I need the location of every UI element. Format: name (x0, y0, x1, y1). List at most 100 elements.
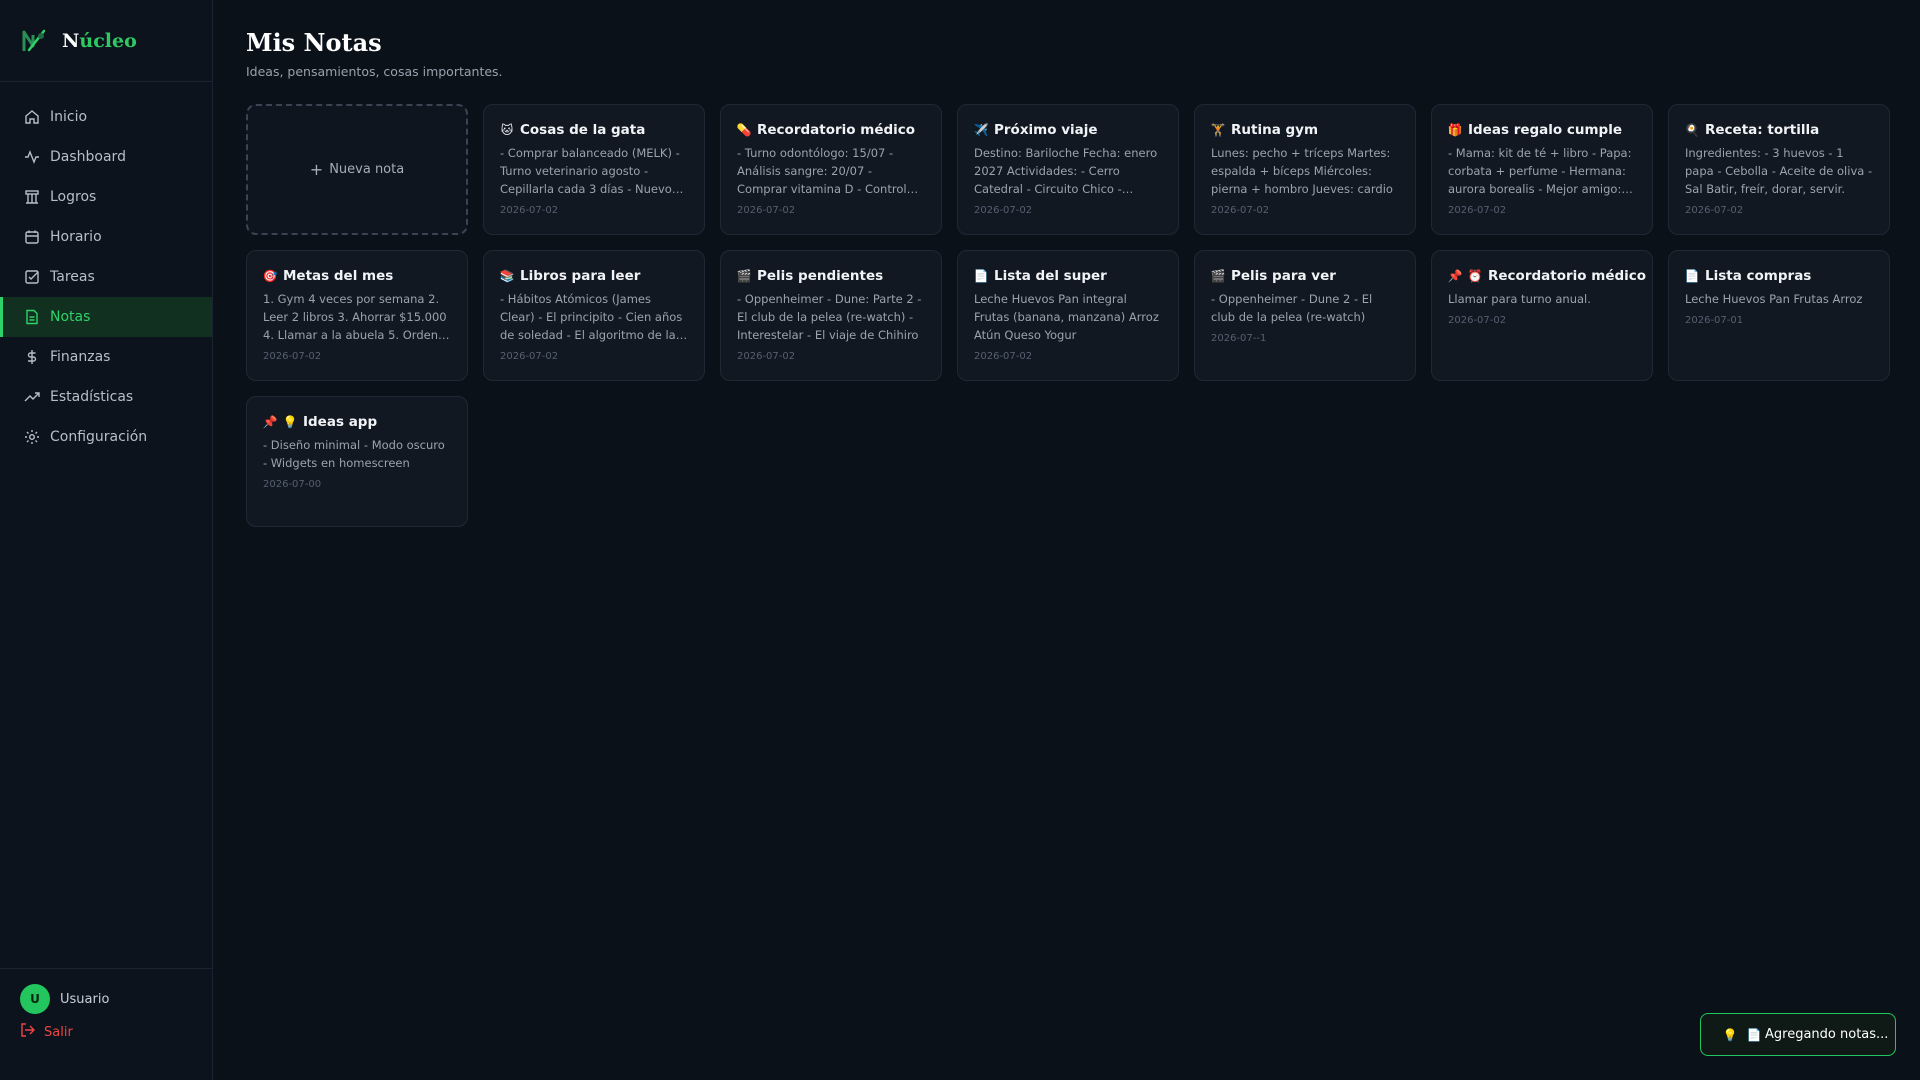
note-title: 🎬 Pelis para ver (1211, 267, 1399, 285)
logout-label: Salir (44, 1024, 73, 1040)
sidebar-item-label: Finanzas (50, 349, 111, 365)
note-date: 2026-07-00 (263, 479, 322, 490)
document-icon: 📄 (973, 269, 989, 283)
document-icon: 📄 (1684, 269, 1700, 283)
sidebar-item-notas[interactable]: Notas (0, 297, 212, 337)
activity-icon (24, 149, 40, 165)
note-date: 2026-07-02 (1448, 205, 1507, 216)
note-body: - Mama: kit de té + libro - Papa: corbat… (1448, 146, 1632, 196)
note-card[interactable]: 📌 ⏰ Recordatorio médico Llamar para turno … (1431, 250, 1653, 381)
sidebar-item-logros[interactable]: Logros (0, 177, 212, 217)
note-title-text: Libros para leer (520, 268, 641, 284)
sidebar-item-inicio[interactable]: Inicio (0, 97, 212, 137)
note-card[interactable]: ✈️ Próximo viaje Destino: Bariloche Fecha… (957, 104, 1179, 235)
page-subtitle: Ideas, pensamientos, cosas importantes. (246, 64, 503, 79)
note-body: Destino: Bariloche Fecha: enero 2027 Act… (974, 146, 1158, 196)
sidebar-item-dashboard[interactable]: Dashboard (0, 137, 212, 177)
note-date: 2026-07-02 (1448, 315, 1507, 326)
note-date: 2026-07-01 (1685, 315, 1744, 326)
airplane-icon: ✈️ (973, 123, 989, 137)
sidebar-item-finanzas[interactable]: Finanzas (0, 337, 212, 377)
note-date: 2026-07-02 (737, 205, 796, 216)
target-icon: 🎯 (262, 269, 278, 283)
gift-icon: 🎁 (1447, 123, 1463, 137)
note-card[interactable]: 🎁 Ideas regalo cumple - Mama: kit de té +… (1431, 104, 1653, 235)
note-title-text: Cosas de la gata (520, 122, 646, 138)
sidebar-item-tareas[interactable]: Tareas (0, 257, 212, 297)
note-title-text: Lista compras (1705, 268, 1812, 284)
note-body: - Comprar balanceado (MELK) - Turno vete… (500, 146, 680, 196)
pin-icon: 📌 (262, 415, 278, 429)
sidebar-item-label: Horario (50, 229, 102, 245)
main-content: Mis Notas Ideas, pensamientos, cosas imp… (246, 28, 1890, 527)
note-title-text: Ideas regalo cumple (1468, 122, 1623, 138)
note-title-text: Recordatorio médico (1488, 268, 1647, 284)
lightbulb-icon: 💡 (282, 415, 298, 429)
sidebar-item-label: Notas (50, 309, 91, 325)
note-title-text: Recordatorio médico (757, 122, 916, 138)
sidebar: Núcleo Inicio Dashboard Logros Horario T… (0, 0, 213, 1080)
new-note-content: + Nueva nota (310, 161, 404, 178)
note-card[interactable]: 🎯 Metas del mes 1. Gym 4 veces por semana… (246, 250, 468, 381)
note-date: 2026-07-02 (737, 351, 796, 362)
new-note-button[interactable]: + Nueva nota (246, 104, 468, 235)
note-card[interactable]: 🏋️ Rutina gym Lunes: pecho + tríceps Mart… (1194, 104, 1416, 235)
user-profile[interactable]: U Usuario (20, 984, 192, 1014)
note-body: Ingredientes: - 3 huevos - 1 papa - Cebo… (1685, 146, 1873, 196)
note-title-text: Lista del super (994, 268, 1107, 284)
notes-icon (24, 309, 40, 325)
books-icon: 📚 (499, 269, 515, 283)
note-date: 2026-07-02 (500, 351, 559, 362)
note-title: 📌 ⏰ Recordatorio médico (1448, 267, 1647, 285)
nucleo-logo-icon (18, 25, 50, 57)
note-card[interactable]: 💊 Recordatorio médico - Turno odontólogo:… (720, 104, 942, 235)
status-toast[interactable]: 💡 📄 Agregando notas... (1700, 1013, 1896, 1056)
gear-icon (24, 429, 40, 445)
note-body: Llamar para turno anual. (1448, 292, 1591, 306)
note-card[interactable]: 🎬 Pelis pendientes - Oppenheimer - Dune: … (720, 250, 942, 381)
dollar-icon (24, 349, 40, 365)
user-name: Usuario (60, 991, 110, 1007)
note-card[interactable]: 📄 Lista del super Leche Huevos Pan integr… (957, 250, 1179, 381)
logout-button[interactable]: Salir (20, 1023, 192, 1041)
checkbox-icon (24, 269, 40, 285)
note-date: 2026-07-02 (1685, 205, 1744, 216)
note-title-text: Metas del mes (283, 268, 394, 284)
note-title: 🍳 Receta: tortilla (1685, 121, 1873, 139)
note-title: 💊 Recordatorio médico (737, 121, 925, 139)
note-title: 📌 💡 Ideas app (263, 413, 451, 431)
note-body: - Diseño minimal - Modo oscuro - Widgets… (263, 438, 445, 470)
note-body: Leche Huevos Pan Frutas Arroz (1685, 292, 1863, 306)
note-card[interactable]: 📌 💡 Ideas app - Diseño minimal - Modo oscu… (246, 396, 468, 527)
note-title-text: Ideas app (303, 414, 378, 430)
sidebar-item-estadisticas[interactable]: Estadísticas (0, 377, 212, 417)
note-title: 🐱 Cosas de la gata (500, 121, 688, 139)
note-body: Lunes: pecho + tríceps Martes: espalda +… (1211, 146, 1393, 196)
sidebar-item-horario[interactable]: Horario (0, 217, 212, 257)
toast-label: Agregando notas... (1765, 1027, 1889, 1042)
note-body: Leche Huevos Pan integral Frutas (banana… (974, 292, 1159, 342)
note-title: 🎯 Metas del mes (263, 267, 451, 285)
clapperboard-icon: 🎬 (1210, 269, 1226, 283)
note-card[interactable]: 🎬 Pelis para ver - Oppenheimer - Dune 2 -… (1194, 250, 1416, 381)
sidebar-item-configuracion[interactable]: Configuración (0, 417, 212, 457)
note-card[interactable]: 🐱 Cosas de la gata - Comprar balanceado (… (483, 104, 705, 235)
note-title: 📄 Lista compras (1685, 267, 1873, 285)
note-card[interactable]: 📄 Lista compras Leche Huevos Pan Frutas A… (1668, 250, 1890, 381)
cat-icon: 🐱 (500, 123, 514, 137)
note-date: 2026-07-02 (1211, 205, 1270, 216)
note-card[interactable]: 🍳 Receta: tortilla Ingredientes: - 3 huev… (1668, 104, 1890, 235)
note-card[interactable]: 📚 Libros para leer - Hábitos Atómicos (Ja… (483, 250, 705, 381)
logout-icon (20, 1022, 36, 1042)
brand-name-rest: úcleo (79, 29, 137, 52)
lightbulb-icon: 💡 (1722, 1027, 1738, 1042)
sidebar-footer: U Usuario Salir (0, 968, 212, 1080)
note-date: 2026-07-02 (974, 351, 1033, 362)
note-title: 🎬 Pelis pendientes (737, 267, 925, 285)
brand[interactable]: Núcleo (0, 0, 212, 82)
sidebar-item-label: Logros (50, 189, 97, 205)
note-date: 2026-07-02 (500, 205, 559, 216)
note-body: - Oppenheimer - Dune: Parte 2 - El club … (737, 292, 922, 342)
note-title: 📚 Libros para leer (500, 267, 688, 285)
brand-name-initial: N (62, 29, 80, 52)
